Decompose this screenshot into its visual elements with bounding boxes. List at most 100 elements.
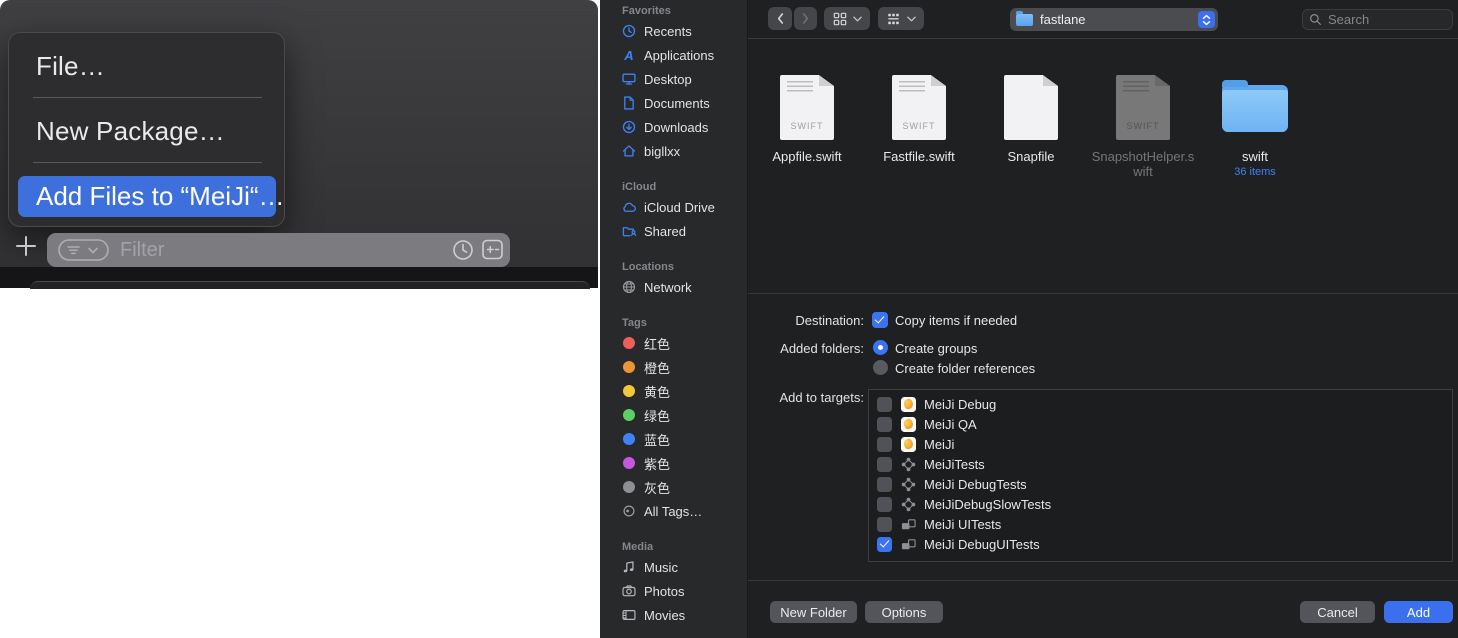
file-badge: SWIFT bbox=[902, 121, 936, 131]
target-checkbox[interactable] bbox=[877, 436, 892, 452]
sidebar-item-label: 红色 bbox=[644, 336, 671, 352]
search-field[interactable] bbox=[1302, 9, 1453, 30]
forward-button[interactable] bbox=[794, 7, 817, 30]
home-icon bbox=[621, 143, 637, 159]
sidebar-item-tag-red[interactable]: 红色 bbox=[600, 331, 747, 355]
sidebar-item-label: 绿色 bbox=[644, 408, 671, 424]
plus-icon bbox=[16, 236, 36, 256]
sidebar-item-tag-green[interactable]: 绿色 bbox=[600, 403, 747, 427]
target-row[interactable]: MeiJi UITests bbox=[869, 514, 1452, 534]
new-folder-button[interactable]: New Folder bbox=[770, 601, 857, 623]
finder-sidebar: Favorites Recents A Applications Desktop bbox=[600, 0, 748, 638]
target-checkbox[interactable] bbox=[877, 516, 892, 532]
sidebar-item-label: Photos bbox=[644, 583, 685, 599]
sidebar-item-photos[interactable]: Photos bbox=[600, 579, 747, 603]
folder-popup-button[interactable]: fastlane bbox=[1010, 8, 1218, 31]
filter-bar[interactable] bbox=[47, 233, 510, 267]
sidebar-item-downloads[interactable]: Downloads bbox=[600, 115, 747, 139]
sidebar-item-desktop[interactable]: Desktop bbox=[600, 67, 747, 91]
sidebar-item-all-tags[interactable]: All Tags… bbox=[600, 499, 747, 523]
add-button[interactable]: Add bbox=[1384, 601, 1453, 623]
options-button[interactable]: Options bbox=[865, 601, 943, 623]
group-view-button[interactable] bbox=[878, 7, 924, 30]
sidebar-item-applications[interactable]: A Applications bbox=[600, 43, 747, 67]
filter-input[interactable] bbox=[118, 237, 382, 263]
file-badge: SWIFT bbox=[790, 121, 824, 131]
test-target-icon bbox=[900, 456, 916, 472]
sidebar-item-label: Recents bbox=[644, 23, 692, 39]
chevron-right-icon bbox=[802, 13, 809, 24]
file-name: Fastfile.swift bbox=[883, 149, 955, 164]
add-context-menu: File… New Package… Add Files to “MeiJi“… bbox=[8, 32, 285, 227]
icon-view-button[interactable] bbox=[824, 7, 870, 30]
target-name: MeiJi QA bbox=[924, 416, 977, 432]
targets-list: MeiJi Debug MeiJi QA MeiJi MeiJiTests Me… bbox=[868, 389, 1453, 562]
clock-icon bbox=[621, 23, 637, 39]
target-checkbox[interactable] bbox=[877, 536, 892, 552]
target-checkbox[interactable] bbox=[877, 456, 892, 472]
sidebar-item-icloud-drive[interactable]: iCloud Drive bbox=[600, 195, 747, 219]
target-row[interactable]: MeiJi DebugTests bbox=[869, 474, 1452, 494]
up-down-chevrons-icon bbox=[1202, 14, 1211, 25]
target-row[interactable]: MeiJi bbox=[869, 434, 1452, 454]
sidebar-item-tag-gray[interactable]: 灰色 bbox=[600, 475, 747, 499]
sidebar-item-shared[interactable]: Shared bbox=[600, 219, 747, 243]
add-button[interactable] bbox=[13, 233, 39, 259]
menu-item-new-package[interactable]: New Package… bbox=[36, 116, 225, 147]
target-row[interactable]: MeiJi QA bbox=[869, 414, 1452, 434]
copy-items-checkbox[interactable] bbox=[872, 312, 888, 328]
sidebar-section-locations: Locations bbox=[622, 261, 674, 273]
sidebar-item-music[interactable]: Music bbox=[600, 555, 747, 579]
target-checkbox[interactable] bbox=[877, 396, 892, 412]
target-row[interactable]: MeiJiTests bbox=[869, 454, 1452, 474]
sidebar-item-tag-purple[interactable]: 紫色 bbox=[600, 451, 747, 475]
file-name: SnapshotHelper.swift bbox=[1091, 149, 1195, 179]
applications-icon: A bbox=[624, 47, 634, 63]
sidebar-item-label: 橙色 bbox=[644, 360, 671, 376]
sidebar-item-home[interactable]: bigllxx bbox=[600, 139, 747, 163]
target-checkbox[interactable] bbox=[877, 416, 892, 432]
file-snapfile[interactable]: Snapfile bbox=[979, 75, 1083, 179]
sidebar-item-tag-yellow[interactable]: 黄色 bbox=[600, 379, 747, 403]
back-button[interactable] bbox=[768, 7, 792, 30]
create-folder-references-radio[interactable] bbox=[873, 360, 888, 375]
sidebar-section-icloud: iCloud bbox=[622, 181, 657, 193]
tag-dot-yellow-icon bbox=[621, 383, 637, 399]
create-groups-label: Create groups bbox=[895, 341, 978, 356]
file-appfile[interactable]: SWIFT Appfile.swift bbox=[755, 75, 859, 179]
recent-filter-button[interactable] bbox=[452, 239, 474, 261]
search-input[interactable] bbox=[1326, 11, 1440, 28]
sidebar-item-label: Network bbox=[644, 279, 692, 295]
uitest-target-icon bbox=[900, 536, 916, 552]
sidebar-item-label: Desktop bbox=[644, 71, 692, 87]
menu-divider bbox=[33, 162, 262, 163]
target-row[interactable]: MeiJi DebugUITests bbox=[869, 534, 1452, 554]
desktop-icon bbox=[621, 71, 637, 87]
add-to-targets-label: Add to targets: bbox=[779, 390, 864, 405]
cancel-button[interactable]: Cancel bbox=[1300, 601, 1375, 623]
tag-dot-red-icon bbox=[621, 335, 637, 351]
target-row[interactable]: MeiJiDebugSlowTests bbox=[869, 494, 1452, 514]
target-name: MeiJiDebugSlowTests bbox=[924, 496, 1052, 512]
create-groups-radio[interactable] bbox=[873, 340, 888, 355]
sidebar-item-network[interactable]: Network bbox=[600, 275, 747, 299]
target-checkbox[interactable] bbox=[877, 496, 892, 512]
sidebar-item-label: All Tags… bbox=[644, 503, 703, 519]
sidebar-item-tag-orange[interactable]: 橙色 bbox=[600, 355, 747, 379]
menu-item-add-files[interactable]: Add Files to “MeiJi“… bbox=[18, 176, 285, 217]
menu-item-file[interactable]: File… bbox=[36, 51, 105, 82]
divider bbox=[748, 293, 1458, 294]
plain-file-icon bbox=[1004, 75, 1058, 140]
folder-swift[interactable]: swift 36 items bbox=[1203, 75, 1307, 179]
tag-dot-green-icon bbox=[621, 407, 637, 423]
sidebar-item-movies[interactable]: Movies bbox=[600, 603, 747, 627]
filter-icon[interactable] bbox=[58, 239, 109, 261]
sidebar-item-documents[interactable]: Documents bbox=[600, 91, 747, 115]
sidebar-item-recents[interactable]: Recents bbox=[600, 19, 747, 43]
sidebar-item-tag-blue[interactable]: 蓝色 bbox=[600, 427, 747, 451]
file-fastfile[interactable]: SWIFT Fastfile.swift bbox=[867, 75, 971, 179]
group-view-icon bbox=[888, 13, 899, 24]
target-row[interactable]: MeiJi Debug bbox=[869, 394, 1452, 414]
flags-filter-button[interactable] bbox=[482, 239, 503, 260]
target-checkbox[interactable] bbox=[877, 476, 892, 492]
